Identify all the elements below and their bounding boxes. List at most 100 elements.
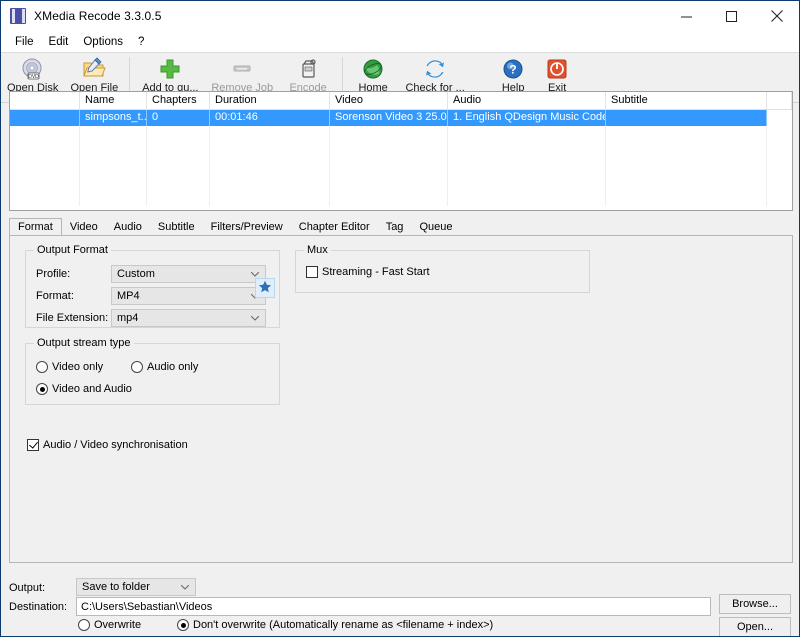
chevron-down-icon xyxy=(251,272,259,277)
output-format-title: Output Format xyxy=(34,244,111,256)
folder-edit-icon xyxy=(82,57,106,81)
format-tab-panel: Output Format Profile: Custom Format: MP… xyxy=(9,235,793,563)
output-mode-value: Save to folder xyxy=(77,581,150,593)
help-icon: ? xyxy=(501,57,525,81)
tab-bar: Format Video Audio Subtitle Filters/Prev… xyxy=(9,218,793,236)
tab-tag[interactable]: Tag xyxy=(378,219,412,236)
radio-circle xyxy=(36,361,48,373)
menu-options[interactable]: Options xyxy=(76,34,131,50)
tab-format[interactable]: Format xyxy=(9,218,62,236)
file-extension-row: File Extension: mp4 xyxy=(36,309,271,327)
menu-bar: File Edit Options ? xyxy=(1,31,799,52)
profile-row: Profile: Custom xyxy=(36,265,271,283)
radio-circle xyxy=(36,383,48,395)
destination-input[interactable]: C:\Users\Sebastian\Videos xyxy=(76,597,711,616)
column-header-video[interactable]: Video xyxy=(330,92,448,109)
streaming-fast-start-checkbox[interactable]: Streaming - Fast Start xyxy=(306,266,430,278)
star-icon xyxy=(258,280,272,297)
radio-video-only-label: Video only xyxy=(52,361,103,373)
menu-file[interactable]: File xyxy=(8,34,42,50)
menu-edit[interactable]: Edit xyxy=(42,34,77,50)
tab-subtitle[interactable]: Subtitle xyxy=(150,219,203,236)
window-title: XMedia Recode 3.3.0.5 xyxy=(34,9,162,23)
output-stream-type-group: Output stream type Video only Audio only… xyxy=(25,343,280,405)
window-controls xyxy=(664,1,799,31)
exit-icon xyxy=(545,57,569,81)
format-label: Format: xyxy=(36,290,111,302)
open-button[interactable]: Open... xyxy=(719,617,791,637)
av-sync-label: Audio / Video synchronisation xyxy=(43,439,188,451)
output-mode-select[interactable]: Save to folder xyxy=(76,578,196,596)
cell-video: Sorenson Video 3 25.00 H... xyxy=(330,110,448,126)
radio-dont-overwrite[interactable]: Don't overwrite (Automatically rename as… xyxy=(177,619,493,631)
cell-chapters: 0 xyxy=(147,110,210,126)
radio-audio-only-label: Audio only xyxy=(147,361,198,373)
minimize-icon[interactable] xyxy=(664,1,709,31)
file-extension-label: File Extension: xyxy=(36,312,111,324)
filmstrip-icon xyxy=(10,8,26,24)
profile-value: Custom xyxy=(112,268,155,280)
menu-help[interactable]: ? xyxy=(131,34,152,50)
maximize-icon[interactable] xyxy=(709,1,754,31)
radio-video-only[interactable]: Video only xyxy=(36,361,103,373)
radio-circle xyxy=(177,619,189,631)
plus-icon xyxy=(158,57,182,81)
chevron-down-icon xyxy=(181,585,189,590)
table-row[interactable]: simpsons_t... 0 00:01:46 Sorenson Video … xyxy=(10,110,792,126)
cell-extra xyxy=(767,110,792,126)
radio-circle xyxy=(78,619,90,631)
av-sync-checkbox[interactable]: Audio / Video synchronisation xyxy=(27,439,188,451)
tab-filters-preview[interactable]: Filters/Preview xyxy=(203,219,291,236)
format-select[interactable]: MP4 xyxy=(111,287,266,305)
column-header-subtitle[interactable]: Subtitle xyxy=(606,92,767,109)
empty-row xyxy=(10,190,792,206)
format-value: MP4 xyxy=(112,290,140,302)
format-row: Format: MP4 xyxy=(36,287,271,305)
checkbox-box xyxy=(306,266,318,278)
tab-audio[interactable]: Audio xyxy=(106,219,150,236)
radio-overwrite[interactable]: Overwrite xyxy=(78,619,141,631)
output-format-group: Output Format Profile: Custom Format: MP… xyxy=(25,250,280,328)
tab-queue[interactable]: Queue xyxy=(411,219,460,236)
radio-overwrite-label: Overwrite xyxy=(94,619,141,631)
radio-circle xyxy=(131,361,143,373)
disc-icon: DVD xyxy=(21,57,45,81)
radio-dont-overwrite-label: Don't overwrite (Automatically rename as… xyxy=(193,619,493,631)
add-to-favorites-button[interactable] xyxy=(255,278,275,298)
empty-row xyxy=(10,174,792,190)
encode-icon xyxy=(296,57,320,81)
output-stream-type-title: Output stream type xyxy=(34,337,134,349)
svg-text:DVD: DVD xyxy=(28,74,39,80)
mux-title: Mux xyxy=(304,244,331,256)
output-label: Output: xyxy=(9,582,45,594)
profile-select[interactable]: Custom xyxy=(111,265,266,283)
cell-subtitle xyxy=(606,110,767,126)
empty-row xyxy=(10,158,792,174)
tab-chapter-editor[interactable]: Chapter Editor xyxy=(291,219,378,236)
column-header-name[interactable]: Name xyxy=(80,92,147,109)
column-header-duration[interactable]: Duration xyxy=(210,92,330,109)
checkbox-box xyxy=(27,439,39,451)
title-bar: XMedia Recode 3.3.0.5 xyxy=(1,1,799,31)
profile-label: Profile: xyxy=(36,268,111,280)
column-header-audio[interactable]: Audio xyxy=(448,92,606,109)
destination-label: Destination: xyxy=(9,601,67,613)
tab-video[interactable]: Video xyxy=(62,219,106,236)
xmedia-recode-window: XMedia Recode 3.3.0.5 File Edit Options … xyxy=(0,0,800,637)
toolbar-separator xyxy=(129,57,130,95)
radio-audio-only[interactable]: Audio only xyxy=(131,361,198,373)
radio-video-and-audio[interactable]: Video and Audio xyxy=(36,383,132,395)
column-header-blank[interactable] xyxy=(10,92,80,109)
browse-button[interactable]: Browse... xyxy=(719,594,791,614)
close-icon[interactable] xyxy=(754,1,799,31)
mux-group: Mux Streaming - Fast Start xyxy=(295,250,590,293)
cell-duration: 00:01:46 xyxy=(210,110,330,126)
cell-audio: 1. English QDesign Music Codec 2 12... xyxy=(448,110,606,126)
file-list-header: Name Chapters Duration Video Audio Subti… xyxy=(10,92,792,110)
file-extension-select[interactable]: mp4 xyxy=(111,309,266,327)
globe-icon xyxy=(361,57,385,81)
file-list[interactable]: Name Chapters Duration Video Audio Subti… xyxy=(9,91,793,211)
refresh-icon xyxy=(423,57,447,81)
column-header-extra[interactable] xyxy=(767,92,792,109)
column-header-chapters[interactable]: Chapters xyxy=(147,92,210,109)
